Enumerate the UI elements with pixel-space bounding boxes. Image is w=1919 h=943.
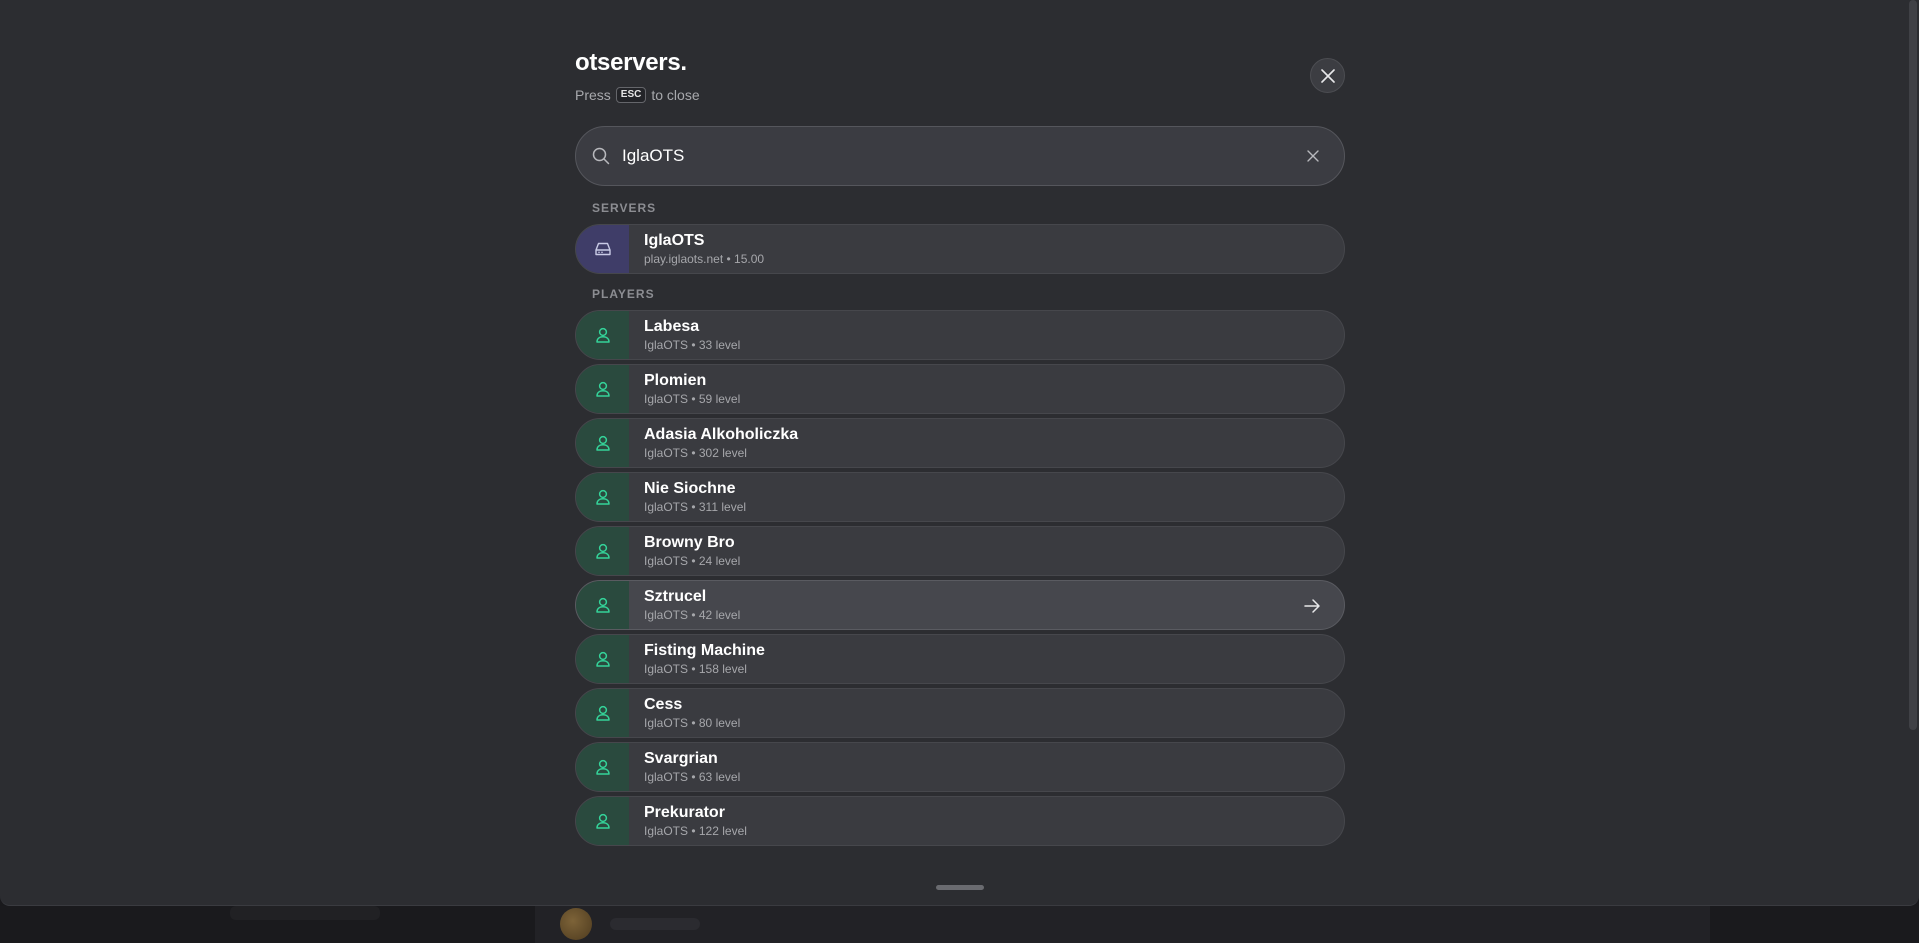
user-icon <box>594 488 612 506</box>
player-row[interactable]: Svargrian IglaOTS • 63 level <box>575 742 1345 792</box>
player-name: Sztrucel <box>644 587 707 605</box>
esc-key: ESC <box>615 87 647 103</box>
user-icon <box>594 758 612 776</box>
player-details: IglaOTS • 42 level <box>644 608 741 623</box>
player-row[interactable]: Plomien IglaOTS • 59 level <box>575 364 1345 414</box>
player-row[interactable]: Nie Siochne IglaOTS • 311 level <box>575 472 1345 522</box>
arrow-right-icon <box>1302 596 1322 616</box>
player-row[interactable]: Sztrucel IglaOTS • 42 level <box>575 580 1345 630</box>
search-input[interactable] <box>622 146 1304 166</box>
scrollbar[interactable] <box>1909 0 1917 730</box>
user-icon <box>594 704 612 722</box>
players-list: Labesa IglaOTS • 33 level Plomien IglaOTS •… <box>575 310 1345 850</box>
player-name: Fisting Machine <box>644 641 765 659</box>
player-tile <box>576 581 629 629</box>
player-name: Adasia Alkoholiczka <box>644 425 799 443</box>
hard-drive-icon <box>594 242 611 256</box>
close-icon <box>1320 68 1335 83</box>
background-page <box>0 906 1919 943</box>
player-tile <box>576 311 629 359</box>
player-details: IglaOTS • 24 level <box>644 554 741 569</box>
close-button[interactable] <box>1310 58 1345 93</box>
player-details: IglaOTS • 302 level <box>644 446 747 461</box>
user-icon <box>594 434 612 452</box>
player-details: IglaOTS • 80 level <box>644 716 741 731</box>
server-tile <box>576 225 629 273</box>
user-icon <box>594 380 612 398</box>
player-details: IglaOTS • 59 level <box>644 392 741 407</box>
player-name: Prekurator <box>644 803 725 821</box>
close-hint: Press ESC to close <box>575 87 1345 103</box>
player-details: IglaOTS • 158 level <box>644 662 747 677</box>
background-blurred-text <box>230 906 380 920</box>
player-tile <box>576 743 629 791</box>
background-row <box>535 906 1710 943</box>
server-address: play.iglaots.net • 15.00 <box>644 252 765 267</box>
players-section-label: PLAYERS <box>592 287 655 301</box>
search-icon <box>592 147 610 165</box>
player-name: Labesa <box>644 317 700 335</box>
player-tile <box>576 473 629 521</box>
background-blurred-text <box>610 918 700 930</box>
user-icon <box>594 812 612 830</box>
search-bar <box>575 126 1345 186</box>
user-icon <box>594 542 612 560</box>
server-row[interactable]: IglaOTS play.iglaots.net • 15.00 <box>575 224 1345 274</box>
hint-press: Press <box>575 87 611 103</box>
user-icon <box>594 596 612 614</box>
user-icon <box>594 650 612 668</box>
background-coin-icon <box>560 908 592 940</box>
servers-section-label: SERVERS <box>592 201 657 215</box>
player-row[interactable]: Browny Bro IglaOTS • 24 level <box>575 526 1345 576</box>
drag-handle[interactable] <box>936 885 984 890</box>
player-tile <box>576 527 629 575</box>
player-name: Plomien <box>644 371 707 389</box>
user-icon <box>594 326 612 344</box>
clear-icon[interactable] <box>1304 147 1322 165</box>
player-tile <box>576 689 629 737</box>
player-details: IglaOTS • 122 level <box>644 824 747 839</box>
player-row[interactable]: Prekurator IglaOTS • 122 level <box>575 796 1345 846</box>
player-row[interactable]: Fisting Machine IglaOTS • 158 level <box>575 634 1345 684</box>
player-tile <box>576 635 629 683</box>
search-modal: otservers. Press ESC to close SERVERS <box>0 0 1919 906</box>
player-row[interactable]: Labesa IglaOTS • 33 level <box>575 310 1345 360</box>
brand-logo: otservers. <box>575 49 687 76</box>
player-details: IglaOTS • 311 level <box>644 500 747 515</box>
server-name: IglaOTS <box>644 231 705 249</box>
player-tile <box>576 797 629 845</box>
player-name: Svargrian <box>644 749 718 767</box>
player-name: Cess <box>644 695 683 713</box>
player-row[interactable]: Cess IglaOTS • 80 level <box>575 688 1345 738</box>
modal-header: otservers. Press ESC to close <box>575 40 1345 103</box>
player-name: Nie Siochne <box>644 479 736 497</box>
hint-rest: to close <box>651 87 700 103</box>
servers-list: IglaOTS play.iglaots.net • 15.00 <box>575 224 1345 278</box>
player-tile <box>576 365 629 413</box>
player-details: IglaOTS • 63 level <box>644 770 741 785</box>
player-row[interactable]: Adasia Alkoholiczka IglaOTS • 302 level <box>575 418 1345 468</box>
player-name: Browny Bro <box>644 533 735 551</box>
player-tile <box>576 419 629 467</box>
player-details: IglaOTS • 33 level <box>644 338 741 353</box>
